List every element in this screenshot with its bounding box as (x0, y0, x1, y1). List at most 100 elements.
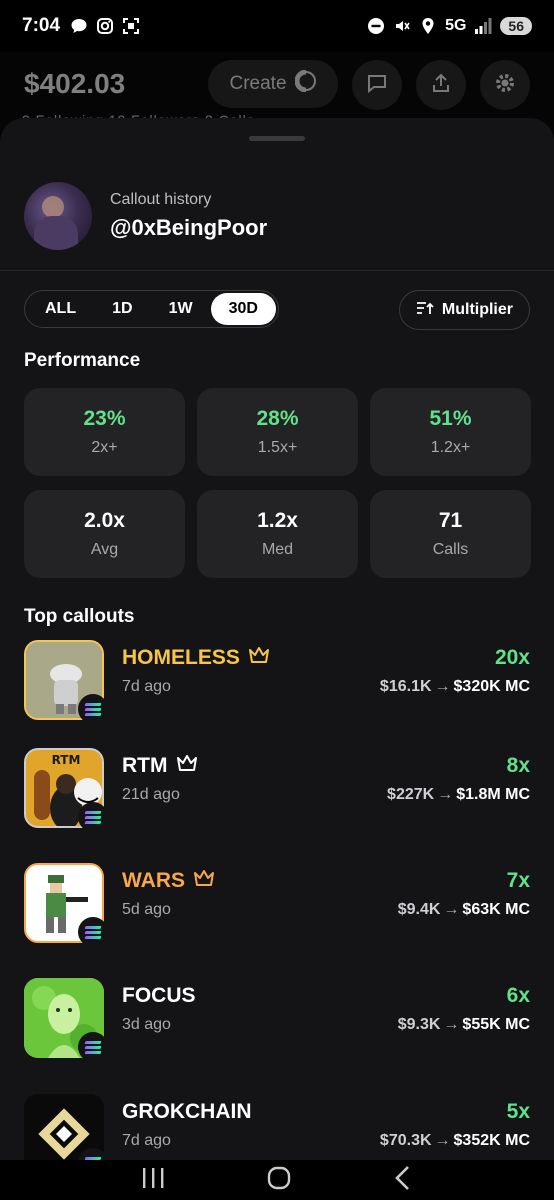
callout-history-sheet: Callout history @0xBeingPoor ALL 1D 1W 3… (0, 118, 554, 1160)
divider (0, 270, 554, 271)
back-button[interactable] (392, 1165, 414, 1196)
sort-icon (416, 300, 434, 321)
stat-label: 2x+ (91, 439, 118, 456)
callout-multiplier: 6x (506, 984, 530, 1007)
mc-to: $352K MC (453, 1132, 530, 1149)
instagram-icon (96, 17, 114, 35)
location-icon (419, 17, 437, 35)
svg-text:RTM: RTM (52, 753, 81, 767)
stat-value: 23% (83, 407, 126, 430)
signal-icon (474, 17, 492, 35)
stat-card: 2.0x Avg (24, 490, 185, 578)
profile-subtitle: Callout history (110, 191, 212, 208)
create-icon (294, 69, 317, 98)
chat-icon (366, 72, 388, 99)
callout-row[interactable]: RTM RTM 21d ago 8x $227K → $1.8M MC (24, 748, 530, 832)
callout-age: 7d ago (122, 1132, 171, 1149)
stat-label: 1.5x+ (257, 439, 298, 456)
token-name: GROKCHAIN (122, 1100, 252, 1123)
market-cap-change: $70.3K → $352K MC (380, 1132, 530, 1150)
stat-card: 71 Calls (370, 490, 531, 578)
callout-row[interactable]: FOCUS 3d ago 6x $9.3K → $55K MC (24, 978, 530, 1062)
stat-card: 1.2x Med (197, 490, 358, 578)
time-range-selector: ALL 1D 1W 30D (24, 290, 279, 328)
mc-to: $320K MC (453, 678, 530, 695)
mc-to: $1.8M MC (456, 786, 530, 803)
mc-from: $227K (387, 786, 435, 803)
range-1w[interactable]: 1W (151, 293, 211, 325)
system-nav-bar (0, 1160, 554, 1200)
market-cap-change: $9.3K → $55K MC (398, 1016, 530, 1034)
callout-age: 5d ago (122, 901, 171, 918)
status-time: 7:04 (22, 15, 61, 36)
mc-from: $9.4K (397, 901, 441, 918)
home-button[interactable] (266, 1165, 292, 1196)
range-all[interactable]: ALL (27, 293, 94, 325)
token-name: FOCUS (122, 984, 196, 1007)
crown-icon (248, 646, 270, 670)
settings-button[interactable] (480, 60, 530, 110)
chat-button[interactable] (352, 60, 402, 110)
balance-amount: $402.03 (24, 68, 126, 99)
mc-to: $63K MC (462, 901, 530, 918)
callout-multiplier: 7x (506, 869, 530, 892)
arrow-right-icon: → (443, 901, 460, 918)
stat-value: 1.2x (257, 509, 298, 532)
token-name: HOMELESS (122, 646, 240, 669)
arrow-right-icon: → (434, 1132, 451, 1149)
arrow-right-icon: → (434, 678, 451, 695)
screenshot-icon (122, 17, 140, 35)
range-30d[interactable]: 30D (210, 293, 276, 325)
create-button[interactable]: Create (208, 60, 338, 108)
solana-icon (78, 917, 108, 947)
recents-button[interactable] (140, 1166, 166, 1195)
share-button[interactable] (416, 60, 466, 110)
stat-card: 28% 1.5x+ (197, 388, 358, 476)
token-name: WARS (122, 869, 185, 892)
mc-from: $70.3K (379, 1132, 432, 1149)
stat-label: Avg (90, 541, 119, 558)
range-1d[interactable]: 1D (94, 293, 150, 325)
multiplier-button[interactable]: Multiplier (398, 290, 530, 330)
create-label: Create (229, 73, 287, 94)
mc-to: $55K MC (462, 1016, 530, 1033)
mc-from: $9.3K (397, 1016, 441, 1033)
token-name: RTM (122, 754, 168, 777)
market-cap-change: $9.4K → $63K MC (398, 901, 530, 919)
callout-multiplier: 8x (506, 754, 530, 777)
market-cap-change: $227K → $1.8M MC (387, 786, 530, 804)
stat-label: Med (261, 541, 294, 558)
crown-icon (193, 869, 215, 893)
performance-title: Performance (24, 350, 141, 371)
solana-icon (78, 1032, 108, 1062)
callout-age: 3d ago (122, 1016, 171, 1033)
multiplier-label: Multiplier (441, 301, 513, 318)
callout-multiplier: 5x (506, 1100, 530, 1123)
share-icon (430, 72, 452, 99)
arrow-right-icon: → (443, 1016, 460, 1033)
stat-card: 51% 1.2x+ (370, 388, 531, 476)
gear-icon (494, 72, 516, 99)
callout-row[interactable]: WARS 5d ago 7x $9.4K → $63K MC (24, 863, 530, 947)
chat-bubble-icon (70, 17, 88, 35)
callout-row[interactable]: HOMELESS 7d ago 20x $16.1K → $320K MC (24, 640, 530, 724)
callout-age: 7d ago (122, 678, 171, 695)
stat-label: 1.2x+ (430, 439, 471, 456)
market-cap-change: $16.1K → $320K MC (380, 678, 530, 696)
profile-header: Callout history @0xBeingPoor (24, 182, 267, 250)
avatar (24, 182, 92, 250)
crown-icon (176, 754, 198, 778)
stat-value: 2.0x (84, 509, 125, 532)
status-bar: 7:04 5G 56 (0, 0, 554, 52)
stat-card: 23% 2x+ (24, 388, 185, 476)
sheet-handle[interactable] (249, 136, 305, 141)
callout-age: 21d ago (122, 786, 180, 803)
solana-icon (78, 802, 108, 832)
profile-handle: @0xBeingPoor (110, 215, 268, 240)
callout-row[interactable]: GROKCHAIN 7d ago 5x $70.3K → $352K MC (24, 1094, 530, 1160)
dnd-icon (367, 17, 385, 35)
callout-multiplier: 20x (494, 646, 530, 669)
battery-indicator: 56 (500, 17, 532, 35)
stat-label: Calls (432, 541, 469, 558)
stat-value: 71 (438, 509, 463, 532)
